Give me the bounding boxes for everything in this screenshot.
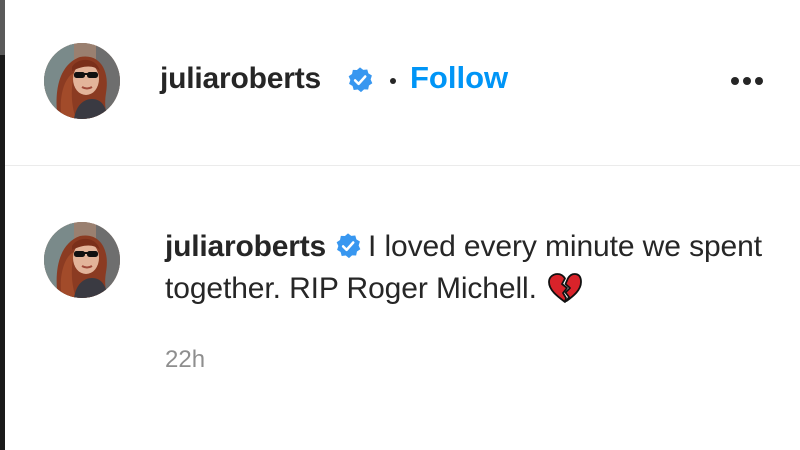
more-options-icon[interactable] (725, 70, 769, 94)
verified-badge-icon (336, 233, 361, 259)
more-dot (731, 77, 739, 85)
more-dot (755, 77, 763, 85)
comment-timestamp[interactable]: 22h (165, 346, 205, 374)
comment-author-username[interactable]: juliaroberts (165, 230, 326, 263)
follow-button[interactable]: Follow (410, 60, 508, 96)
avatar[interactable] (44, 43, 120, 119)
comment-body: juliaroberts I loved every minute we spe… (165, 226, 765, 310)
more-dot (743, 77, 751, 85)
separator-dot (390, 78, 396, 84)
broken-heart-icon (547, 273, 582, 303)
avatar[interactable] (44, 222, 120, 298)
post-author-username[interactable]: juliaroberts (160, 62, 321, 96)
instagram-post-frame: juliaroberts Follow juliaroberts I loved… (0, 0, 800, 450)
avatar-photo (44, 222, 120, 298)
post-header: juliaroberts Follow (5, 0, 800, 165)
verified-badge-icon (348, 67, 373, 93)
avatar-photo (44, 43, 120, 119)
caption-comment: juliaroberts I loved every minute we spe… (5, 166, 800, 450)
